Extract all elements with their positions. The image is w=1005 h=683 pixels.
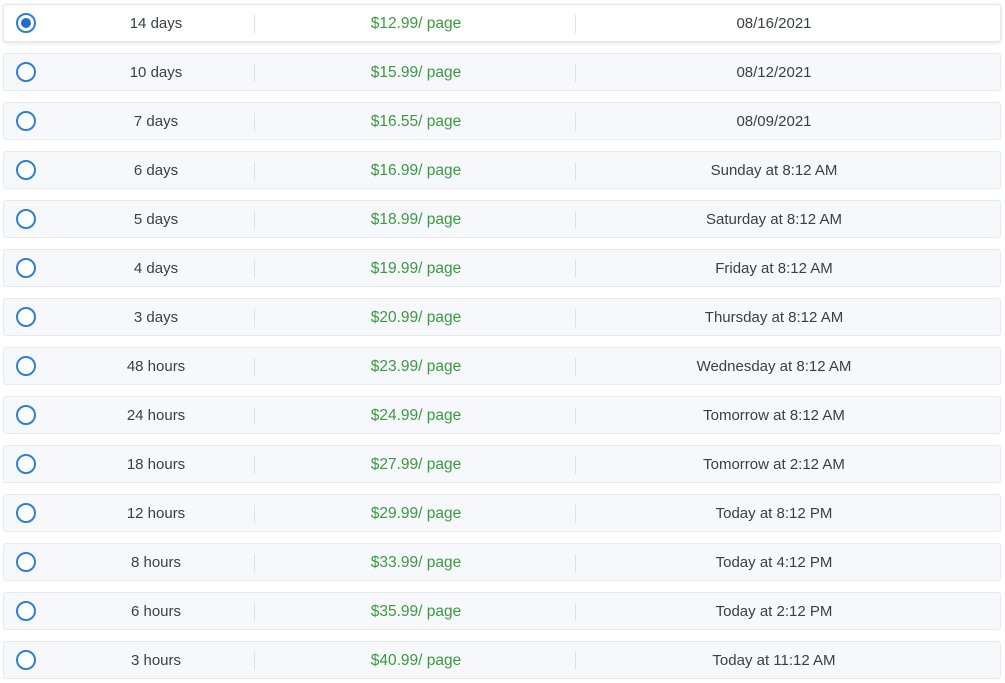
option-term: 24 hours [126,407,186,424]
option-deadline: Thursday at 8:12 AM [704,309,844,326]
option-deadline: 08/16/2021 [736,15,812,32]
option-term: 6 days [133,162,179,179]
option-deadline: Sunday at 8:12 AM [710,162,838,179]
column-divider [254,358,255,376]
option-term: 6 hours [130,603,182,620]
option-price: $20.99/ page [370,309,462,326]
option-price: $18.99/ page [370,211,462,228]
deadline-option-row[interactable]: 6 days $16.99/ page Sunday at 8:12 AM [3,151,1001,189]
option-price: $40.99/ page [370,652,462,669]
option-term: 8 hours [130,554,182,571]
column-divider [254,309,255,327]
option-price: $12.99/ page [370,15,462,32]
option-price: $33.99/ page [370,554,462,571]
radio-button[interactable] [16,209,36,229]
option-price: $35.99/ page [370,603,462,620]
option-term: 4 days [133,260,179,277]
option-term: 3 days [133,309,179,326]
option-term: 3 hours [130,652,182,669]
option-price: $27.99/ page [370,456,462,473]
deadline-option-row[interactable]: 3 days $20.99/ page Thursday at 8:12 AM [3,298,1001,336]
radio-button[interactable] [16,62,36,82]
option-price: $23.99/ page [370,358,462,375]
deadline-option-row[interactable]: 48 hours $23.99/ page Wednesday at 8:12 … [3,347,1001,385]
deadline-option-list: 14 days $12.99/ page 08/16/2021 10 days … [0,0,1005,683]
column-divider [254,15,255,33]
column-divider [254,64,255,82]
option-deadline: Saturday at 8:12 AM [706,211,842,228]
column-divider [254,505,255,523]
deadline-option-row[interactable]: 14 days $12.99/ page 08/16/2021 [3,4,1001,42]
option-deadline: Wednesday at 8:12 AM [696,358,852,375]
deadline-option-row[interactable]: 5 days $18.99/ page Saturday at 8:12 AM [3,200,1001,238]
radio-button[interactable] [16,650,36,670]
option-price: $15.99/ page [370,64,462,81]
radio-button[interactable] [16,356,36,376]
option-price: $16.55/ page [370,113,462,130]
radio-button[interactable] [16,13,36,33]
deadline-option-row[interactable]: 3 hours $40.99/ page Today at 11:12 AM [3,641,1001,679]
option-price: $24.99/ page [370,407,462,424]
column-divider [254,652,255,670]
option-deadline: Today at 11:12 AM [712,652,836,669]
option-deadline: Today at 8:12 PM [715,505,833,522]
option-deadline: 08/12/2021 [736,64,812,81]
radio-button[interactable] [16,160,36,180]
column-divider [254,456,255,474]
deadline-option-row[interactable]: 6 hours $35.99/ page Today at 2:12 PM [3,592,1001,630]
option-term: 5 days [133,211,179,228]
option-deadline: Today at 4:12 PM [715,554,833,571]
radio-button[interactable] [16,405,36,425]
option-term: 14 days [129,15,183,32]
radio-button[interactable] [16,258,36,278]
column-divider [254,260,255,278]
radio-button[interactable] [16,454,36,474]
option-deadline: Tomorrow at 2:12 AM [703,456,845,473]
radio-button[interactable] [16,111,36,131]
deadline-option-row[interactable]: 8 hours $33.99/ page Today at 4:12 PM [3,543,1001,581]
option-term: 18 hours [126,456,186,473]
option-price: $29.99/ page [370,505,462,522]
radio-button[interactable] [16,503,36,523]
deadline-option-row[interactable]: 7 days $16.55/ page 08/09/2021 [3,102,1001,140]
radio-button[interactable] [16,307,36,327]
option-term: 12 hours [126,505,186,522]
deadline-option-row[interactable]: 18 hours $27.99/ page Tomorrow at 2:12 A… [3,445,1001,483]
deadline-option-row[interactable]: 4 days $19.99/ page Friday at 8:12 AM [3,249,1001,287]
option-deadline: Friday at 8:12 AM [715,260,833,277]
option-deadline: Today at 2:12 PM [715,603,833,620]
option-price: $16.99/ page [370,162,462,179]
option-deadline: 08/09/2021 [736,113,812,130]
column-divider [254,113,255,131]
column-divider [254,211,255,229]
option-price: $19.99/ page [370,260,462,277]
radio-button[interactable] [16,552,36,572]
deadline-option-row[interactable]: 24 hours $24.99/ page Tomorrow at 8:12 A… [3,396,1001,434]
option-deadline: Tomorrow at 8:12 AM [703,407,845,424]
option-term: 7 days [133,113,179,130]
column-divider [254,554,255,572]
option-term: 10 days [129,64,183,81]
column-divider [254,603,255,621]
deadline-option-row[interactable]: 12 hours $29.99/ page Today at 8:12 PM [3,494,1001,532]
deadline-option-row[interactable]: 10 days $15.99/ page 08/12/2021 [3,53,1001,91]
column-divider [254,407,255,425]
radio-button[interactable] [16,601,36,621]
option-term: 48 hours [126,358,186,375]
column-divider [254,162,255,180]
radio-selected-dot [21,18,31,28]
